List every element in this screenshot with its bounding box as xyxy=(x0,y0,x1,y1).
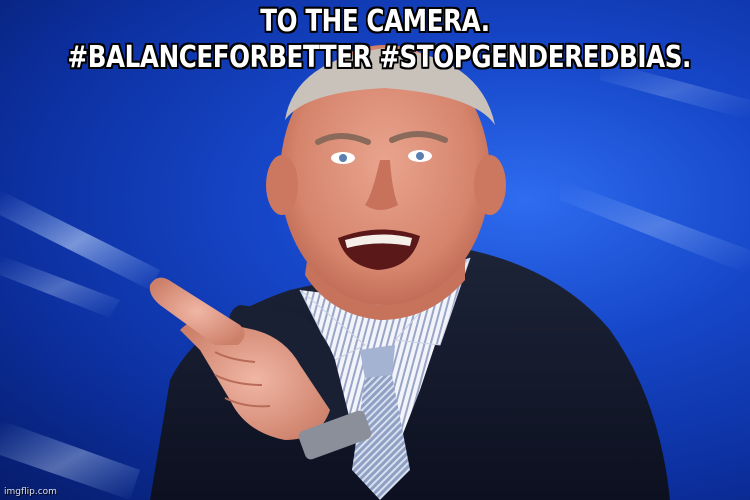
meme-image: TO THE CAMERA. #BALANCEFORBETTER #STOPGE… xyxy=(0,0,750,500)
caption-line-1: TO THE CAMERA. xyxy=(260,4,490,39)
imgflip-watermark: imgflip.com xyxy=(4,487,57,497)
caption-line-2: #BALANCEFORBETTER #STOPGENDEREDBIAS. xyxy=(67,40,692,75)
meme-caption: TO THE CAMERA. #BALANCEFORBETTER #STOPGE… xyxy=(67,4,692,76)
